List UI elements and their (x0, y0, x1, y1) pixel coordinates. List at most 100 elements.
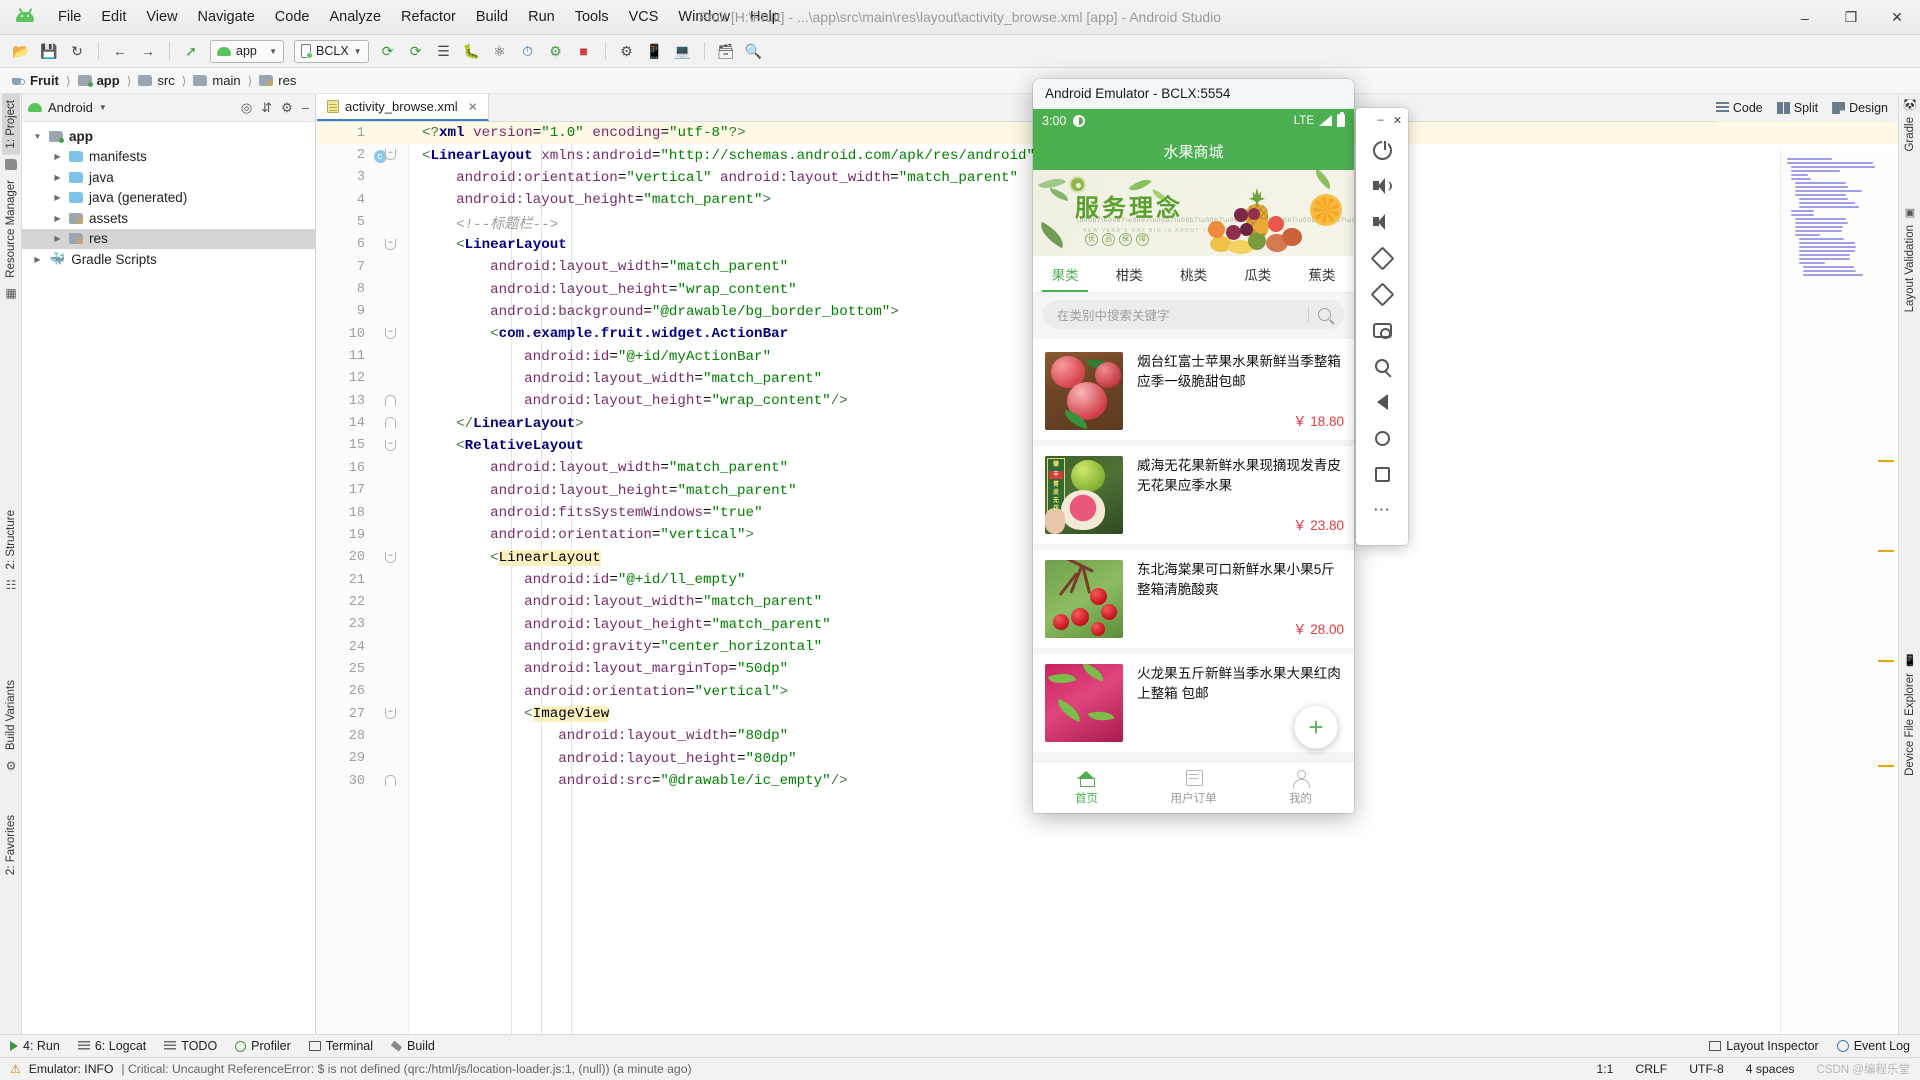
emulator-overview-button[interactable] (1356, 456, 1408, 492)
apply-changes-icon[interactable]: ☰ (431, 39, 457, 63)
breadcrumb-item-res[interactable]: res (257, 73, 298, 88)
rail-tab-structure[interactable]: 2: Structure (2, 504, 20, 575)
device-combo[interactable]: BCLX ▼ (294, 40, 369, 63)
maximize-button[interactable]: ❐ (1828, 0, 1874, 35)
window-controls[interactable]: – ❐ ✕ (1782, 0, 1920, 35)
sdk-manager-icon[interactable]: ⚙ (614, 39, 640, 63)
emulator-volume-down-button[interactable] (1356, 204, 1408, 240)
tree-node-res[interactable]: ▶ res (22, 229, 315, 250)
editor-mode-code[interactable]: Code (1716, 101, 1763, 115)
category-tabs[interactable]: 果类 柑类 桃类 瓜类 蕉类 (1033, 256, 1354, 293)
chevron-right-icon[interactable]: ▶ (52, 173, 63, 182)
profiler-toolbar-icon[interactable]: ⏱ (515, 39, 541, 63)
product-list-item[interactable]: 肇丰青皮无花 威海无花果新鲜水果现摘现发青皮无花果应季水果 ￥ 23.80 (1033, 446, 1354, 550)
chevron-right-icon[interactable]: ▶ (52, 214, 63, 223)
attach-debugger-icon[interactable]: ⚛ (487, 39, 513, 63)
breadcrumb-item-src[interactable]: src (136, 73, 176, 88)
add-button[interactable]: + (1294, 705, 1338, 749)
tree-node-assets[interactable]: ▶ assets (22, 208, 315, 229)
save-all-icon[interactable]: 💾 (36, 39, 62, 63)
open-project-icon[interactable]: 📂 (8, 39, 34, 63)
menu-view[interactable]: View (136, 6, 187, 28)
emulator-more-button[interactable]: ⋯ (1356, 492, 1408, 528)
tool-window-terminal[interactable]: Terminal (309, 1039, 373, 1053)
hide-panel-icon[interactable]: – (302, 100, 309, 115)
tree-node-app[interactable]: ▼ app (22, 126, 315, 147)
menu-run[interactable]: Run (518, 6, 565, 28)
menu-help[interactable]: Help (740, 6, 790, 28)
menu-refactor[interactable]: Refactor (391, 6, 466, 28)
locate-file-icon[interactable]: ◎ (241, 100, 252, 116)
settings-gear-icon[interactable]: ⚙ (281, 100, 293, 116)
tool-window-todo[interactable]: TODO (164, 1039, 217, 1053)
rail-tab-device-file-explorer[interactable]: Device File Explorer (1901, 667, 1919, 782)
fold-handle-icon[interactable]: − (385, 149, 396, 160)
search-input[interactable]: 在类别中搜索关键字 (1043, 300, 1344, 329)
category-tab-3[interactable]: 瓜类 (1226, 256, 1290, 292)
menu-vcs[interactable]: VCS (619, 6, 669, 28)
menu-edit[interactable]: Edit (91, 6, 136, 28)
emulator-home-button[interactable] (1356, 420, 1408, 456)
fold-handle-icon[interactable]: − (385, 708, 396, 719)
tool-window-run[interactable]: 4: Run (10, 1039, 60, 1053)
avd-manager-icon[interactable]: 📱 (642, 39, 668, 63)
fold-handle-icon[interactable] (385, 417, 396, 428)
emulator-rotate-left-button[interactable] (1356, 240, 1408, 276)
fold-handle-icon[interactable]: − (385, 239, 396, 250)
rail-tab-resource-manager[interactable]: Resource Manager (2, 174, 20, 284)
search-icon[interactable] (1318, 308, 1331, 321)
breadcrumb-item-app[interactable]: app (76, 73, 122, 88)
emulator-back-button[interactable] (1356, 384, 1408, 420)
editor-mode-split[interactable]: Split (1777, 101, 1818, 115)
tool-window-logcat[interactable]: 6: Logcat (78, 1039, 146, 1053)
category-tab-2[interactable]: 桃类 (1161, 256, 1225, 292)
tool-window-layout-inspector[interactable]: Layout Inspector (1709, 1039, 1818, 1053)
tree-node-java-generated[interactable]: ▶ java (generated) (22, 188, 315, 209)
project-tree[interactable]: ▼ app ▶ manifests ▶ java ▶ java (generat… (22, 122, 315, 270)
category-tab-0[interactable]: 果类 (1033, 256, 1097, 292)
line-separator[interactable]: CRLF (1635, 1062, 1667, 1076)
android-emulator-window[interactable]: Android Emulator - BCLX:5554 3:00 LTE 水果… (1033, 79, 1354, 813)
editor-tab-activity-browse[interactable]: activity_browse.xml ✕ (317, 94, 489, 121)
project-view-selector[interactable]: Android ▼ (28, 100, 107, 115)
main-toolbar[interactable]: 📂 💾 ↻ ← → ➚ app ▼ BCLX ▼ ⟳ ⟳ ☰ 🐛 ⚛ ⏱ ⚙ ■… (0, 35, 1920, 68)
fold-handle-icon[interactable]: − (385, 440, 396, 451)
bottom-navigation[interactable]: 首页 用户订单 我的 (1033, 761, 1354, 813)
fold-handle-icon[interactable] (385, 775, 396, 786)
menu-tools[interactable]: Tools (565, 6, 619, 28)
bottom-tool-window-bar[interactable]: 4: Run 6: Logcat TODO Profiler Terminal … (0, 1034, 1920, 1057)
left-tool-rail[interactable]: 1: Project Resource Manager ▦ 2: Structu… (0, 94, 22, 1034)
product-list-item[interactable]: 烟台红富士苹果水果新鲜当季整箱应季一级脆甜包邮 ￥ 18.80 (1033, 342, 1354, 446)
emulator-volume-up-button[interactable] (1356, 168, 1408, 204)
rail-tab-layout-validation[interactable]: Layout Validation (1901, 219, 1919, 318)
editor-mode-design[interactable]: Design (1832, 101, 1888, 115)
breadcrumb-item-main[interactable]: main (191, 73, 242, 88)
minimize-button[interactable]: – (1782, 0, 1828, 35)
device-monitor-icon[interactable]: 💻 (670, 39, 696, 63)
emulator-toolbar[interactable]: – ✕ ⋯ (1356, 108, 1408, 545)
product-list[interactable]: 烟台红富士苹果水果新鲜当季整箱应季一级脆甜包邮 ￥ 18.80 肇丰青皮无花 威… (1033, 342, 1354, 761)
rail-tab-favorites[interactable]: 2: Favorites (2, 809, 20, 881)
rail-tab-gradle[interactable]: Gradle (1901, 111, 1919, 158)
promo-banner[interactable]: 服务理念 \u00b7\u00b7\u00b7\u00b7\u00b7\u00b… (1033, 170, 1354, 256)
chevron-down-icon[interactable]: ▼ (32, 132, 43, 141)
menu-window[interactable]: Window (668, 6, 740, 28)
run-configuration-combo[interactable]: app ▼ (210, 40, 284, 63)
emulator-screen[interactable]: 3:00 LTE 水果商城 服务理念 \u00b7\u00 (1033, 109, 1354, 813)
chevron-right-icon[interactable]: ▶ (52, 152, 63, 161)
sync-icon[interactable]: ↻ (64, 39, 90, 63)
back-arrow-icon[interactable]: ← (107, 39, 133, 63)
category-tab-1[interactable]: 柑类 (1097, 256, 1161, 292)
file-encoding[interactable]: UTF-8 (1689, 1062, 1724, 1076)
bottom-nav-orders[interactable]: 用户订单 (1140, 762, 1247, 813)
menu-navigate[interactable]: Navigate (188, 6, 265, 28)
emulator-close-button[interactable]: ✕ (1389, 114, 1406, 127)
category-tab-4[interactable]: 蕉类 (1290, 256, 1354, 292)
forward-arrow-icon[interactable]: → (135, 39, 161, 63)
right-tool-rail[interactable]: 🐼 Gradle ▣ Layout Validation 📱 Device Fi… (1898, 94, 1920, 1034)
fold-handle-icon[interactable] (385, 395, 396, 406)
emulator-minimize-button[interactable]: – (1372, 114, 1389, 126)
caret-position[interactable]: 1:1 (1596, 1062, 1613, 1076)
chevron-right-icon[interactable]: ▶ (52, 234, 63, 243)
emulator-power-button[interactable] (1356, 132, 1408, 168)
